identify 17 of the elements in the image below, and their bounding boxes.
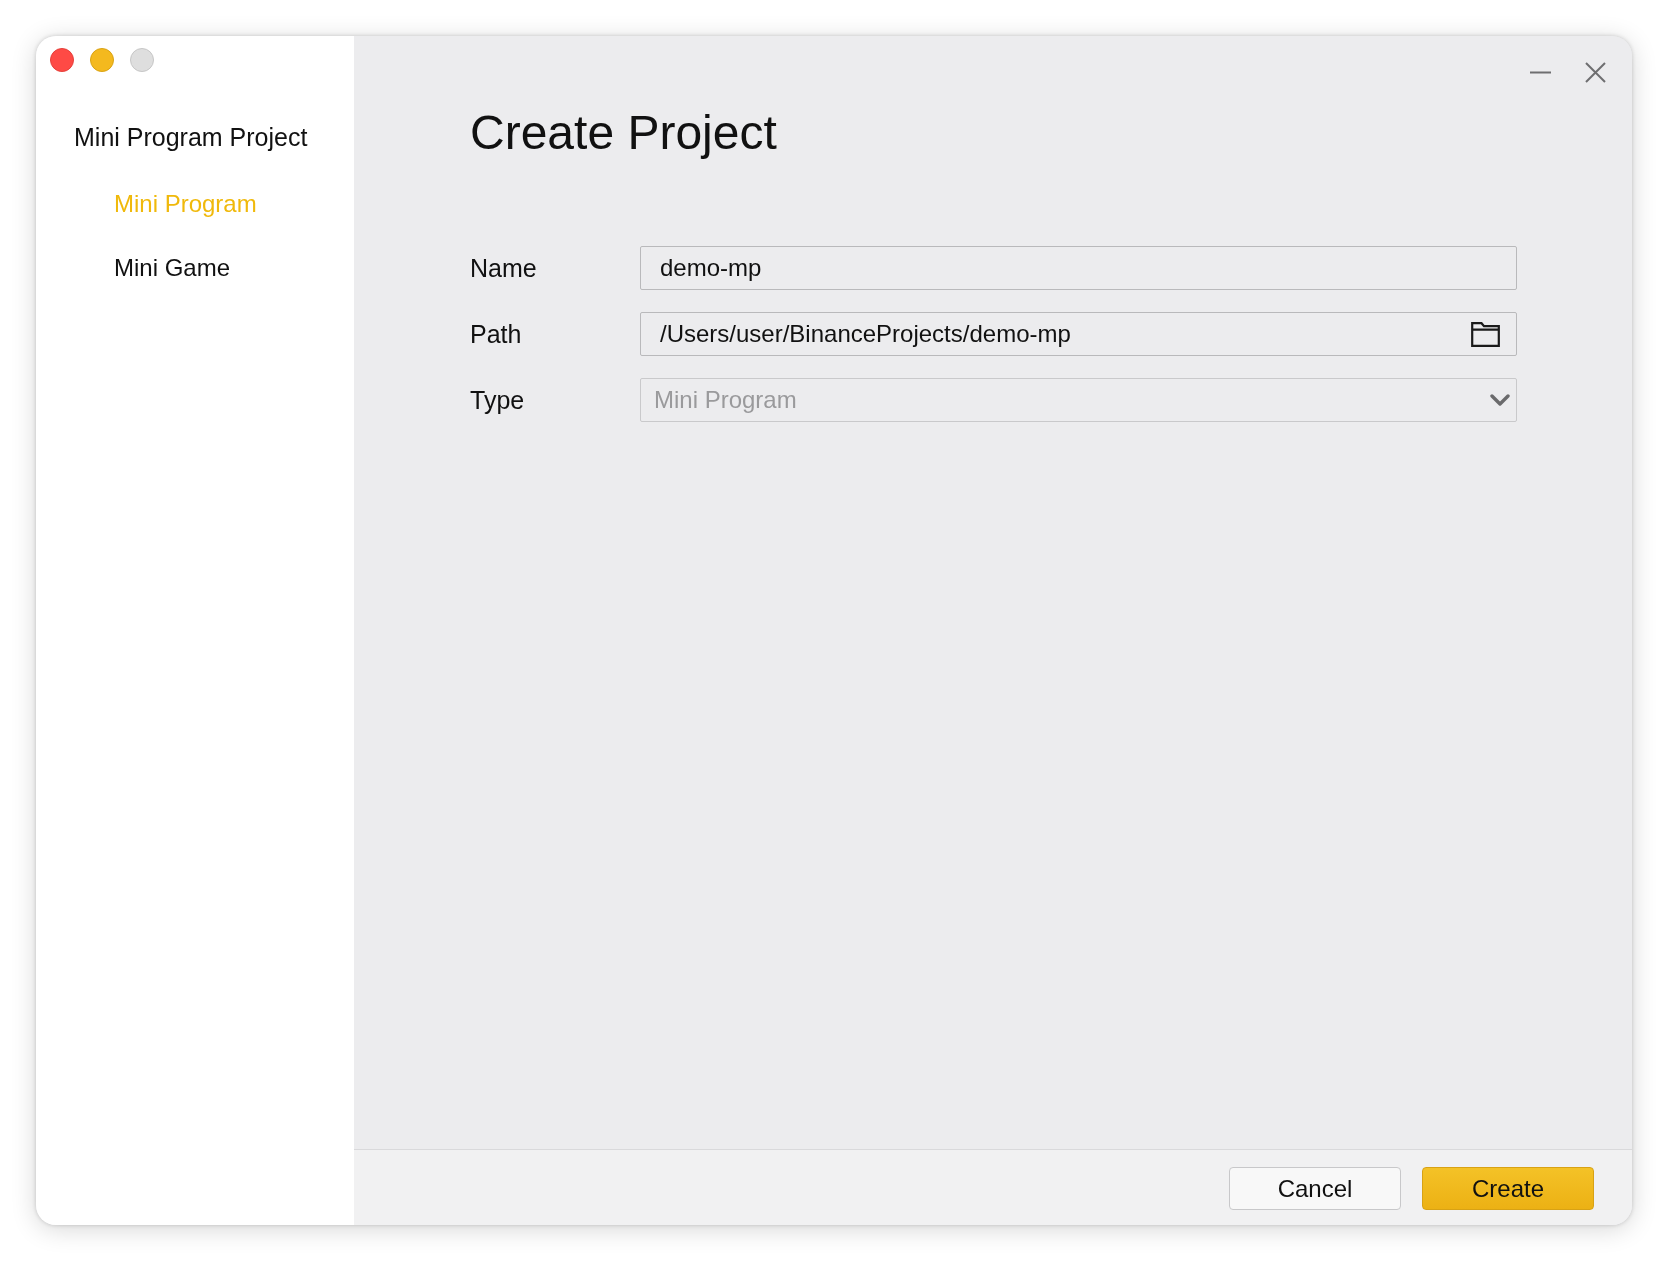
chevron-down-icon [1490,394,1510,406]
minimize-icon[interactable] [1530,70,1551,74]
zoom-dot-icon[interactable] [130,48,154,72]
sidebar-item[interactable]: Mini Game [114,253,231,283]
cancel-button[interactable]: Cancel [1229,1167,1401,1210]
create-button[interactable]: Create [1422,1167,1594,1210]
folder-icon[interactable] [1471,321,1500,347]
minimize-dot-icon[interactable] [90,48,114,72]
field-label: Path [470,319,522,349]
sidebar-title: Mini Program Project [74,122,308,152]
close-dot-icon[interactable] [50,48,74,72]
field-label: Name [470,253,537,283]
dialog-title: Create Project [470,105,777,161]
text-field[interactable]: demo-mp [640,246,1517,290]
field-label: Type [470,385,525,415]
path-field[interactable]: /Users/user/BinanceProjects/demo-mp [640,312,1517,356]
close-icon[interactable] [1585,61,1606,83]
